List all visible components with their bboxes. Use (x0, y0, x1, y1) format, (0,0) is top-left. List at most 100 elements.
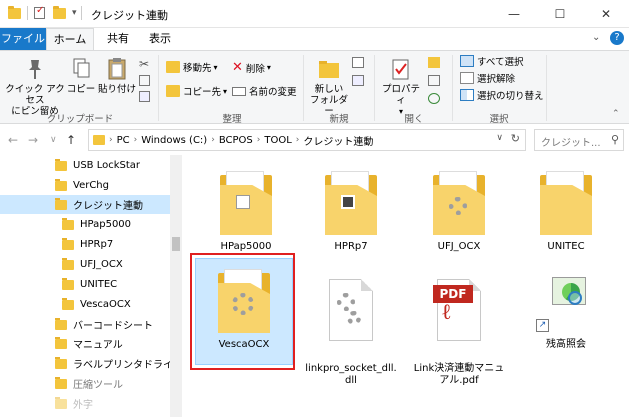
breadcrumb-drive[interactable]: Windows (C:) (141, 135, 207, 146)
select-all-icon (460, 55, 474, 67)
folder-icon (55, 197, 67, 210)
nav-item[interactable]: VerChg (0, 176, 170, 195)
new-item-icon[interactable] (352, 57, 364, 68)
delete-label: 削除 (245, 63, 265, 75)
file-item[interactable]: linkpro_socket_dll. dll (302, 265, 400, 399)
chevron-down-icon[interactable]: ∨ (496, 133, 503, 143)
select-none-button[interactable]: 選択解除 (460, 71, 515, 85)
chevron-right-icon: › (295, 135, 300, 145)
ribbon: クイック アクセス にピン留め コピー 貼り付け ✂ クリップボード 移動先 ▾… (0, 50, 629, 125)
back-arrow-icon[interactable]: ← (8, 133, 18, 147)
tab-share[interactable]: 共有 (100, 28, 136, 50)
file-item[interactable]: UNITEC (517, 167, 615, 253)
edit-icon[interactable] (428, 75, 440, 86)
search-input[interactable]: クレジット... ⚲ (534, 129, 624, 151)
close-button[interactable]: ✕ (583, 0, 629, 28)
chevron-down-icon: ▾ (223, 86, 228, 96)
file-item[interactable]: HPap5000 (197, 167, 295, 253)
nav-item[interactable]: ラベルプリンタドライバ (0, 354, 182, 373)
breadcrumb-pc[interactable]: PC (117, 135, 130, 146)
folder-icon (55, 336, 67, 349)
folder-icon[interactable] (8, 5, 21, 19)
file-item-label: UFJ_OCX (437, 241, 481, 252)
nav-item-label: クレジット連動 (73, 201, 143, 212)
paste-shortcut-icon[interactable] (139, 91, 150, 102)
folder-icon (62, 237, 74, 250)
pin-to-quick-access-button[interactable]: クイック アクセス にピン留め (4, 57, 66, 117)
open-icon[interactable] (428, 57, 440, 68)
refresh-icon[interactable]: ↻ (511, 132, 520, 145)
history-icon[interactable] (428, 93, 440, 104)
help-icon[interactable]: ? (610, 31, 624, 45)
search-icon: ⚲ (610, 133, 619, 146)
separator (80, 6, 82, 20)
minimize-button[interactable]: — (491, 0, 537, 28)
chevron-down-icon: ▾ (213, 62, 218, 72)
address-bar[interactable]: › PC › Windows (C:) › BCPOS › TOOL › クレジ… (88, 129, 526, 151)
file-item[interactable]: UFJ_OCX (410, 167, 508, 253)
file-item[interactable]: HPRp7 (302, 167, 400, 253)
file-item[interactable]: PDF ℓ Link決済連動マニュ アル.pdf (410, 265, 508, 399)
nav-item[interactable]: 外字 (0, 394, 170, 413)
collapse-ribbon-icon[interactable]: ⌄ (592, 32, 600, 43)
tab-view[interactable]: 表示 (142, 28, 178, 50)
tab-home[interactable]: ホーム (46, 28, 94, 50)
cut-icon[interactable]: ✂ (139, 57, 149, 71)
navigation-pane: USB LockStar VerChg クレジット連動 HPap5000 HPR… (0, 155, 182, 417)
properties-check-icon[interactable]: ✓ (34, 5, 45, 19)
file-item-label: linkpro_socket_dll. dll (305, 363, 397, 386)
nav-item[interactable]: USB LockStar (0, 156, 170, 175)
scrollbar-thumb[interactable] (172, 237, 180, 251)
nav-item[interactable]: HPap5000 (0, 215, 170, 234)
pdf-file-icon: PDF ℓ (427, 277, 491, 347)
recent-locations-chevron-icon[interactable]: ∨ (50, 135, 57, 145)
tab-file[interactable]: ファイル (0, 28, 46, 50)
invert-selection-button[interactable]: 選択の切り替え (460, 88, 544, 102)
nav-item[interactable]: VescaOCX (0, 295, 170, 314)
nav-item[interactable]: バーコードシート (0, 315, 170, 334)
breadcrumb-current[interactable]: クレジット連動 (303, 133, 373, 148)
copy-path-icon[interactable] (139, 75, 150, 86)
new-folder-icon (316, 57, 342, 81)
folder-icon (319, 167, 383, 237)
nav-item-label: マニュアル (73, 340, 123, 351)
nav-item[interactable]: 圧縮ツール (0, 374, 170, 393)
folder-icon (62, 217, 74, 230)
breadcrumb-bcpos[interactable]: BCPOS (219, 135, 253, 146)
new-folder-icon[interactable] (53, 5, 66, 19)
title-bar: ✓ ▾ クレジット連動 — ☐ ✕ (0, 0, 629, 28)
invert-selection-label: 選択の切り替え (477, 91, 544, 102)
breadcrumb-tool[interactable]: TOOL (264, 135, 291, 146)
properties-button[interactable]: プロパティ ▾ (378, 57, 424, 117)
move-to-button[interactable]: 移動先 ▾ (166, 60, 218, 74)
nav-item[interactable]: UFJ_OCX (0, 255, 170, 274)
nav-item[interactable]: HPRp7 (0, 235, 170, 254)
quick-access-toolbar: ✓ ▾ (8, 5, 82, 20)
new-folder-button[interactable]: 新しい フォルダー (306, 57, 352, 117)
paste-button[interactable]: 貼り付け (98, 57, 136, 95)
group-label-new: 新規 (329, 114, 349, 125)
group-label-open: 開く (404, 114, 424, 125)
group-label-clipboard: クリップボード (46, 114, 114, 125)
easy-access-icon[interactable] (352, 75, 364, 86)
address-row: ← → ∨ ↑ › PC › Windows (C:) › BCPOS › TO… (0, 125, 629, 155)
nav-item[interactable]: UNITEC (0, 275, 170, 294)
delete-button[interactable]: ✕ 削除 ▾ (232, 60, 271, 75)
rename-button[interactable]: 名前の変更 (232, 84, 297, 98)
maximize-button[interactable]: ☐ (537, 0, 583, 28)
forward-arrow-icon[interactable]: → (28, 133, 38, 147)
folder-icon (55, 317, 67, 330)
chevron-down-icon[interactable]: ▾ (72, 8, 77, 18)
chevron-up-icon[interactable]: ⌃ (612, 109, 620, 119)
properties-label: プロパティ (381, 84, 420, 106)
nav-item[interactable]: マニュアル (0, 334, 170, 353)
nav-item-selected[interactable]: クレジット連動 (0, 195, 170, 214)
file-item[interactable]: ↗ 残高照会 (517, 265, 615, 351)
up-arrow-icon[interactable]: ↑ (66, 133, 76, 147)
select-all-button[interactable]: すべて選択 (460, 54, 523, 68)
copy-to-button[interactable]: コピー先 ▾ (166, 84, 227, 98)
nav-item-label: USB LockStar (73, 160, 141, 171)
folder-icon (62, 257, 74, 270)
nav-scrollbar[interactable] (170, 155, 182, 417)
copy-button[interactable]: コピー (66, 57, 96, 95)
